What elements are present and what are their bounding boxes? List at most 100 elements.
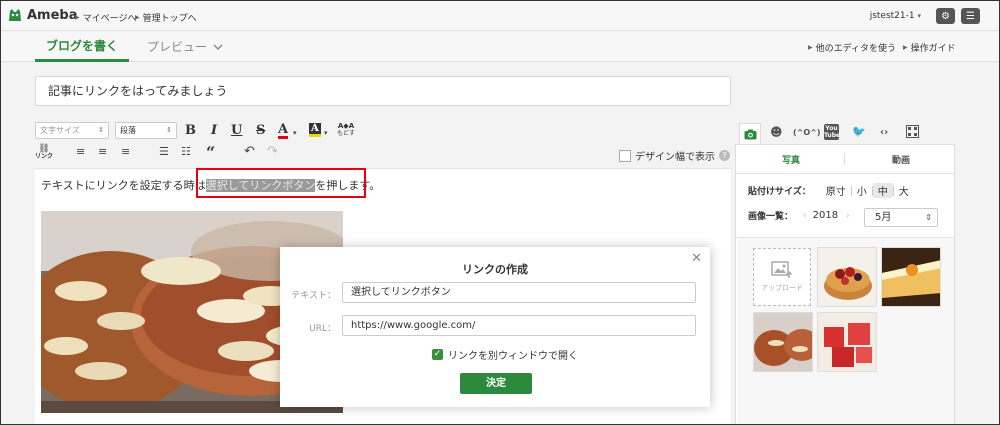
settings-button[interactable]: ⚙ [936,8,955,24]
title-input[interactable]: 記事にリンクをはってみましょう [35,76,731,106]
new-window-label: リンクを別ウィンドウで開く [448,351,578,362]
top-bar: Ameba ▶ マイページへ ▶ 管理トップへ jstest21-1 ▾ ⚙ ☰ [1,1,999,31]
clear-format-button[interactable]: A◆A もどす [336,122,356,138]
youtube-icon[interactable]: You Tube [824,124,840,140]
triangle-right-icon: ▶ [75,14,80,21]
clear-format-bottom: もどす [337,130,355,137]
quote-button[interactable]: “ [206,145,215,161]
image-thumbnail[interactable] [753,312,813,372]
admin-top-link[interactable]: ▶ 管理トップへ [135,11,197,24]
updown-icon: ⇕ [925,213,932,222]
image-grid: アップロード [737,238,954,424]
tab-write[interactable]: ブログを書く [35,32,129,62]
align-center-icon[interactable]: ≡ [98,146,107,158]
upload-button[interactable]: アップロード [753,248,811,306]
hamburger-icon: ☰ [966,10,975,22]
twitter-icon[interactable]: 🐦 [852,125,866,138]
caret-down-icon[interactable]: ▾ [324,127,328,139]
user-menu[interactable]: jstest21-1 ▾ [870,11,921,21]
mypage-link[interactable]: ▶ マイページへ [75,11,136,24]
subtab-video[interactable]: 動画 [892,153,910,166]
numbered-list-icon[interactable]: ☷ [181,146,191,158]
link-label: リンク [35,153,54,160]
guide-link[interactable]: ▶ 操作ガイド [903,41,956,54]
subtab-underline [736,173,954,174]
url-field-label: URL： [309,324,336,334]
size-original[interactable]: 原寸 [821,183,851,198]
updown-icon: ⇕ [166,126,172,134]
subtab-divider [844,153,845,165]
month-select[interactable]: 5月 ⇕ [864,208,938,227]
new-window-option[interactable]: ✓ リンクを別ウィンドウで開く [432,347,578,362]
bold-button[interactable]: B [185,124,196,138]
caret-down-icon[interactable]: ▾ [293,127,297,139]
underline-button[interactable]: U [231,124,242,138]
media-panel: 写真 動画 貼付けサイズ： 原寸 小 中 大 画像一覧： ‹ 2018 › 5月… [735,144,955,424]
undo-icon[interactable]: ↶ [244,145,255,158]
bg-color-button[interactable]: A [309,123,321,137]
design-width-checkbox[interactable] [619,149,631,162]
dialog-title: リンクの作成 [462,263,528,276]
tab-preview[interactable]: プレビュー [147,32,223,62]
kaomoji-icon[interactable]: (^O^) [793,128,821,137]
triangle-right-icon: ▶ [135,14,140,21]
image-thumbnail[interactable] [881,247,941,307]
qr-code-shape [906,125,919,138]
help-icon[interactable]: ? [719,150,730,161]
image-list-label: 画像一覧： [748,212,794,222]
media-tab-bar: ☻ (^O^) You Tube 🐦 ‹› [735,121,955,145]
text-before: テキストにリンクを設定する時は [41,179,206,192]
emoji-icon[interactable]: ☻ [770,125,783,139]
chevron-right-icon[interactable]: › [846,211,850,221]
ameba-logo[interactable]: Ameba [7,7,78,23]
camera-icon [744,129,756,140]
link-text-input[interactable]: 選択してリンクボタン [342,282,696,303]
thumb-cake-berries [818,248,876,306]
chevron-left-icon[interactable]: ‹ [803,211,807,221]
username: jstest21-1 [869,11,915,21]
font-size-select[interactable]: 文字サイズ ⇕ [35,122,109,139]
redo-icon[interactable]: ↷ [267,145,278,158]
triangle-right-icon: ▶ [903,44,908,51]
triangle-right-icon: ▶ [808,44,813,51]
tab-photo-camera[interactable] [739,123,761,145]
gear-icon: ⚙ [941,10,950,22]
app-window: Ameba ▶ マイページへ ▶ 管理トップへ jstest21-1 ▾ ⚙ ☰… [0,0,1000,425]
image-upload-icon [771,261,793,278]
paragraph-select[interactable]: 段落 ⇕ [115,122,177,139]
highlight-box [196,168,366,198]
ameba-logo-icon [9,9,21,21]
design-width-label: デザイン幅で表示 [635,152,715,163]
bullet-list-icon[interactable]: ☰ [159,146,169,158]
qr-icon[interactable] [906,125,919,141]
subtab-photo[interactable]: 写真 [782,153,800,166]
other-editor-link[interactable]: ▶ 他のエディタを使う [808,41,896,54]
month-value: 5月 [875,212,892,223]
check-icon[interactable]: ✓ [432,349,443,360]
design-width-toggle[interactable]: デザイン幅で表示 ? [619,148,730,163]
align-left-icon[interactable]: ≡ [76,146,85,158]
chevron-down-icon [213,44,223,50]
font-color-button[interactable]: A [278,123,289,139]
size-medium[interactable]: 中 [872,183,893,198]
align-right-icon[interactable]: ≡ [121,146,130,158]
image-thumbnail[interactable] [817,312,877,372]
clear-format-top: A◆A [337,122,355,130]
font-size-label: 文字サイズ [40,126,80,135]
caret-down-icon: ▾ [917,12,921,20]
text-field-label: テキスト： [291,291,336,301]
size-small[interactable]: 小 [852,183,872,198]
url-input[interactable]: https://www.google.com/ [342,315,696,336]
thumb-red-jelly [818,313,876,371]
image-thumbnail[interactable] [817,247,877,307]
menu-button[interactable]: ☰ [961,8,980,24]
link-dialog: リンクの作成 ✕ テキスト： 選択してリンクボタン URL： https://w… [280,247,710,407]
upload-label: アップロード [761,284,803,292]
strike-button[interactable]: S [256,124,265,138]
submit-button[interactable]: 決定 [460,373,532,394]
link-button[interactable]: ⛓ リンク [35,145,53,161]
size-large[interactable]: 大 [894,183,914,198]
close-icon[interactable]: ✕ [691,251,702,266]
italic-button[interactable]: I [211,124,217,138]
embed-icon[interactable]: ‹› [880,127,888,138]
